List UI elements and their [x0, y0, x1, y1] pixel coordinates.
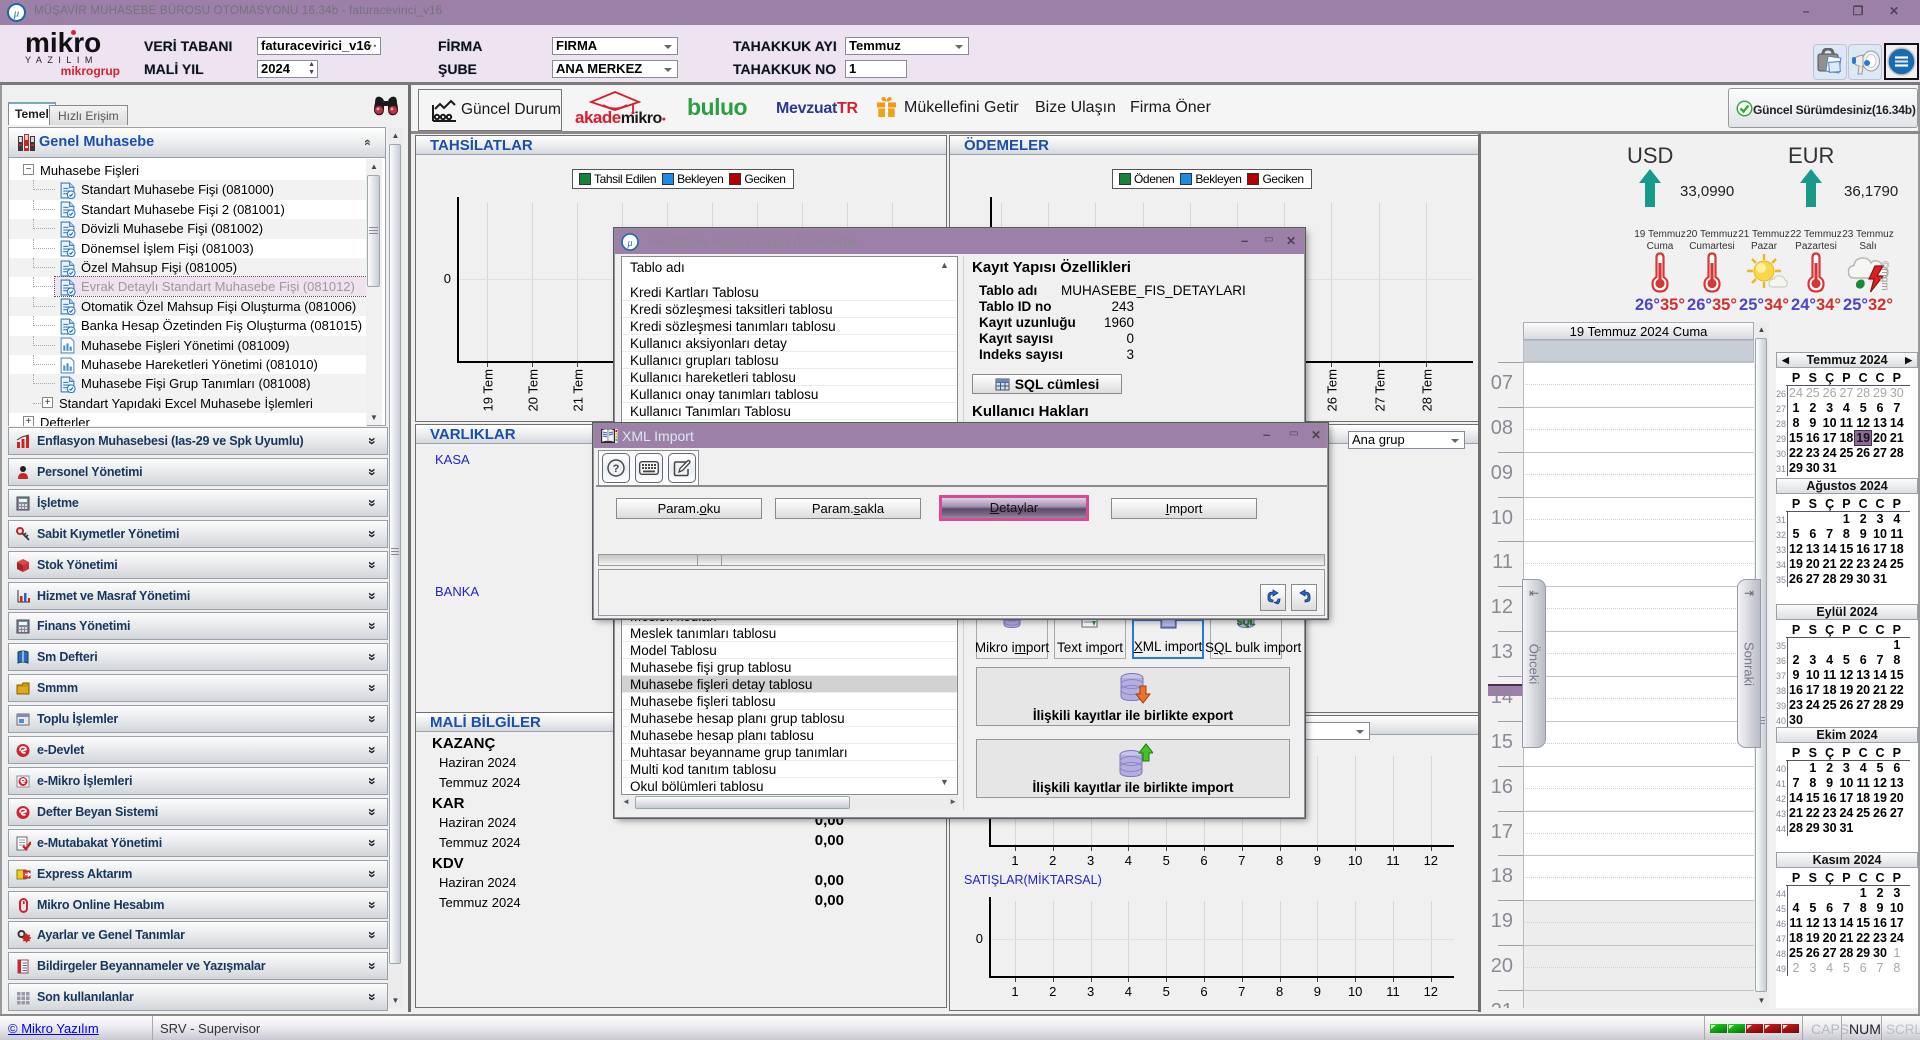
svg-text:?: ?: [613, 463, 620, 475]
svg-text:μ: μ: [13, 8, 20, 20]
svg-text:μ: μ: [626, 238, 632, 249]
